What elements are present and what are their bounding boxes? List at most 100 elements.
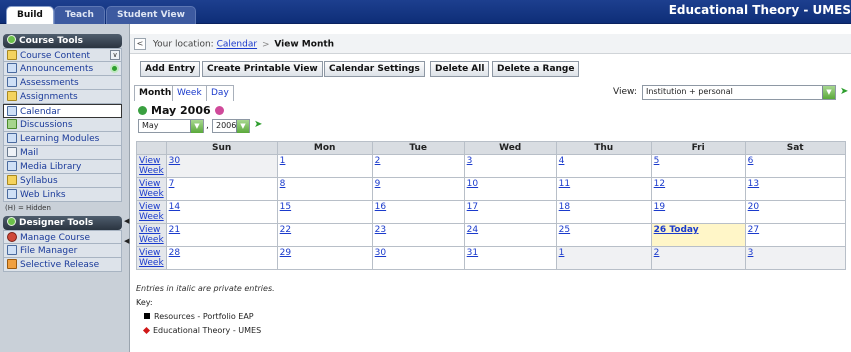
view-week-link[interactable]: View Week [139,202,164,222]
day-number[interactable]: 8 [280,179,286,189]
add-icon[interactable] [110,64,119,73]
sidebar-item-assignments[interactable]: Assignments [3,90,122,104]
day-number[interactable]: 16 [375,202,386,212]
chevron-down-icon[interactable]: ▼ [190,120,203,133]
day-number[interactable]: 15 [280,202,291,212]
calendar-day[interactable]: 16 [371,200,465,224]
day-number[interactable]: 6 [748,156,754,166]
add-entry-button[interactable]: Add Entry [140,61,201,77]
day-number[interactable]: 7 [169,179,175,189]
go-arrow-icon[interactable]: ➤ [254,119,262,130]
sidebar-item-selective-release[interactable]: Selective Release [3,258,122,272]
calendar-day[interactable]: 8 [276,177,373,201]
day-number[interactable]: 26 Today [654,225,699,235]
next-month-icon[interactable] [214,106,224,115]
calendar-day[interactable]: 6 [744,154,846,178]
day-number[interactable]: 21 [169,225,180,235]
calendar-day[interactable]: 5 [650,154,746,178]
calendar-day[interactable]: 29 [276,246,373,270]
calendar-day[interactable]: 15 [276,200,373,224]
day-number[interactable]: 29 [280,248,291,258]
day-number[interactable]: 3 [748,248,754,258]
calendar-day[interactable]: 24 [463,223,557,247]
sidebar-item-calendar[interactable]: Calendar [3,104,122,118]
tab-week[interactable]: Week [172,85,207,101]
day-number[interactable]: 18 [559,202,570,212]
chevron-down-icon[interactable]: ▼ [236,120,249,133]
calendar-day[interactable]: 22 [276,223,373,247]
calendar-day[interactable]: 25 [555,223,652,247]
calendar-day[interactable]: 12 [650,177,746,201]
calendar-day[interactable]: 3 [744,246,846,270]
calendar-day[interactable]: 14 [165,200,278,224]
breadcrumb-link-calendar[interactable]: Calendar [217,40,257,50]
calendar-day[interactable]: 9 [371,177,465,201]
day-number[interactable]: 1 [559,248,565,258]
sidebar-item-syllabus[interactable]: Syllabus [3,174,122,188]
day-number[interactable]: 11 [559,179,570,189]
calendar-day[interactable]: 11 [555,177,652,201]
sidebar-item-file-manager[interactable]: File Manager [3,244,122,258]
sidebar-item-discussions[interactable]: Discussions [3,118,122,132]
calendar-day[interactable]: 27 [744,223,846,247]
day-number[interactable]: 9 [375,179,381,189]
day-number[interactable]: 12 [654,179,665,189]
tab-build[interactable]: Build [6,6,54,24]
day-number[interactable]: 30 [375,248,386,258]
chevron-down-icon[interactable]: ▼ [822,86,835,99]
sidebar-item-web-links[interactable]: Web Links [3,188,122,202]
day-number[interactable]: 5 [654,156,660,166]
view-week-link[interactable]: View Week [139,179,164,199]
back-button[interactable]: < [134,38,146,50]
calendar-day[interactable]: 10 [463,177,557,201]
sidebar-item-manage-course[interactable]: Manage Course [3,230,122,244]
year-select[interactable]: 2006 ▼ [212,119,250,133]
day-number[interactable]: 4 [559,156,565,166]
day-number[interactable]: 31 [467,248,478,258]
calendar-day[interactable]: 7 [165,177,278,201]
day-number[interactable]: 19 [654,202,665,212]
delete-range-button[interactable]: Delete a Range [492,61,580,77]
calendar-day[interactable]: 21 [165,223,278,247]
calendar-day[interactable]: 28 [165,246,278,270]
sidebar-item-course-content[interactable]: Course Content ∨ [3,48,122,62]
day-number[interactable]: 20 [748,202,759,212]
tab-month[interactable]: Month [134,85,177,101]
chevron-down-icon[interactable]: ∨ [110,50,120,60]
calendar-settings-button[interactable]: Calendar Settings [324,61,425,77]
sidebar-item-announcements[interactable]: Announcements [3,62,122,76]
calendar-day-today[interactable]: 26 Today [650,223,746,247]
view-week-link[interactable]: View Week [139,156,164,176]
day-number[interactable]: 2 [654,248,660,258]
day-number[interactable]: 3 [467,156,473,166]
sidebar-item-mail[interactable]: Mail [3,146,122,160]
calendar-day[interactable]: 23 [371,223,465,247]
day-number[interactable]: 25 [559,225,570,235]
view-week-link[interactable]: View Week [139,225,164,245]
go-arrow-icon[interactable]: ➤ [840,86,848,97]
day-number[interactable]: 14 [169,202,180,212]
previous-month-icon[interactable] [138,106,147,115]
day-number[interactable]: 24 [467,225,478,235]
day-number[interactable]: 30 [169,156,180,166]
calendar-day[interactable]: 30 [371,246,465,270]
day-number[interactable]: 27 [748,225,759,235]
calendar-day[interactable]: 20 [744,200,846,224]
sidebar-item-learning-modules[interactable]: Learning Modules [3,132,122,146]
view-week-link[interactable]: View Week [139,248,164,268]
tab-teach[interactable]: Teach [54,6,105,24]
day-number[interactable]: 22 [280,225,291,235]
day-number[interactable]: 23 [375,225,386,235]
month-select[interactable]: May ▼ [138,119,204,133]
day-number[interactable]: 17 [467,202,478,212]
sidebar-item-media-library[interactable]: Media Library [3,160,122,174]
view-filter-select[interactable]: Institution + personal ▼ [642,85,836,100]
calendar-day[interactable]: 31 [463,246,557,270]
calendar-day[interactable]: 3 [463,154,557,178]
delete-all-button[interactable]: Delete All [430,61,490,77]
calendar-day[interactable]: 1 [555,246,652,270]
day-number[interactable]: 28 [169,248,180,258]
calendar-day[interactable]: 13 [744,177,846,201]
calendar-day[interactable]: 17 [463,200,557,224]
sidebar-item-assessments[interactable]: Assessments [3,76,122,90]
